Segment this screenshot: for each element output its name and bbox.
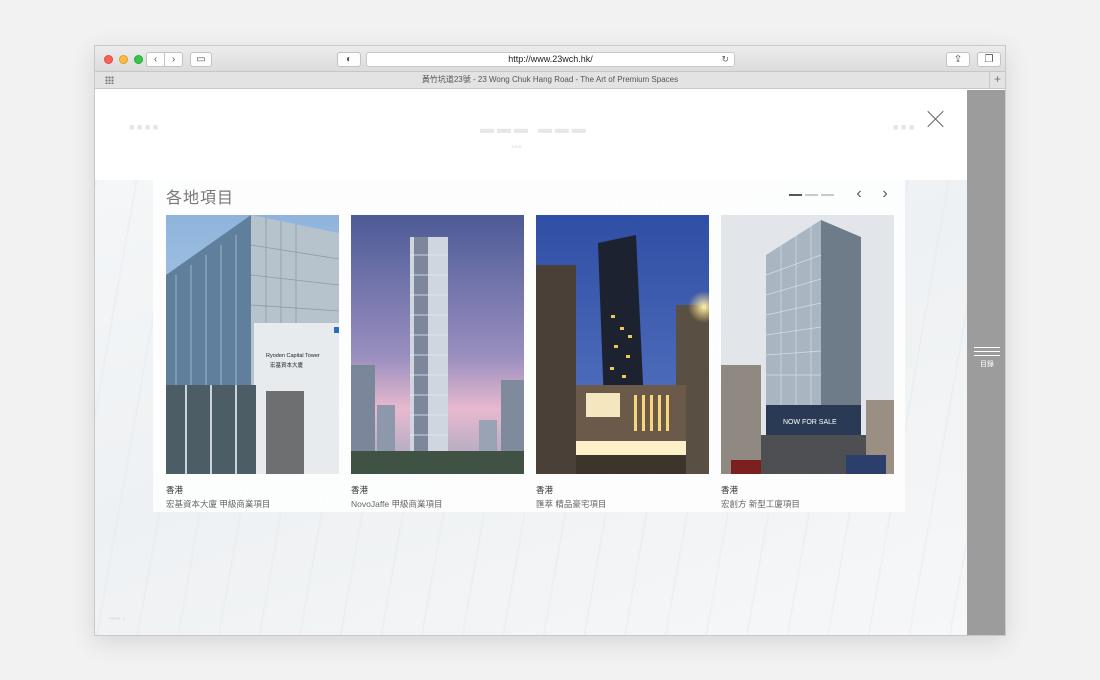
faded-logo: ▬▬▬ ▬▬▬ [480,120,589,136]
carousel-next-icon[interactable]: › [878,186,892,202]
building-photo-2 [351,215,524,474]
menu-label: 目錄 [980,361,994,368]
project-card[interactable]: 香港 NovoJaffe 甲級商業項目 [351,215,524,510]
building-photo-1: Ryoden Capital Tower 宏基資本大廈 [166,215,339,474]
project-name: 匯萃 精品豪宅項目 [536,499,607,509]
project-city: 香港 [536,485,554,495]
sale-banner-text: NOW FOR SALE [783,419,837,426]
project-photo[interactable]: Ryoden Capital Tower 宏基資本大廈 [166,215,339,474]
sidebar-toggle-icon[interactable]: ▭ [190,52,212,67]
tab-title[interactable]: 黃竹坑道23號 - 23 Wong Chuk Hang Road - The A… [422,75,678,84]
browser-toolbar: ‹ › ▭ ◐ http://www.23wch.hk/ ↻ ⇪ ❐ [95,46,1005,72]
pager-dot[interactable] [789,194,802,196]
menu-button[interactable]: 目錄 [974,347,1000,369]
faded-nav-right: ■ ■ ■ [893,122,915,132]
tab-overview-icon[interactable]: ❐ [977,52,1001,67]
faded-logo-sub: ▪▪▪ [511,142,522,153]
minimize-window-button[interactable] [119,55,128,64]
hamburger-icon [974,347,1000,356]
close-icon[interactable] [927,110,945,128]
forward-button[interactable]: › [165,53,182,66]
zoom-window-button[interactable] [134,55,143,64]
building-photo-3 [536,215,709,474]
carousel-prev-icon[interactable]: ‹ [852,186,866,202]
project-name: 宏基資本大廈 甲級商業項目 [166,499,271,509]
project-photo[interactable]: NOW FOR SALE [721,215,894,474]
project-card[interactable]: 香港 匯萃 精品豪宅項目 [536,215,709,510]
tab-bar: 黃竹坑道23號 - 23 Wong Chuk Hang Road - The A… [95,72,1005,89]
browser-window: ‹ › ▭ ◐ http://www.23wch.hk/ ↻ ⇪ ❐ 黃竹坑道2… [94,45,1006,636]
tower-sign-en: Ryoden Capital Tower [266,353,320,359]
tower-sign-zh: 宏基資本大廈 [270,361,304,369]
project-name: 宏創方 新型工廈項目 [721,499,800,509]
close-window-button[interactable] [104,55,113,64]
new-tab-icon[interactable]: + [989,72,1005,88]
page-content: ■ ■ ■ ■ ▬▬▬ ▬▬▬ ▪▪▪ ■ ■ ■ ▪▪▪▪ › 各地項目 ‹ … [95,90,1005,635]
pager-dot[interactable] [805,194,818,196]
share-icon[interactable]: ⇪ [946,52,970,67]
project-card[interactable]: NOW FOR SALE 香港 宏創方 新型工廈項目 [721,215,894,510]
project-city: 香港 [351,485,369,495]
url-text: http://www.23wch.hk/ [508,54,593,64]
right-rail: 目錄 [967,90,1005,635]
project-city: 香港 [166,485,184,495]
history-nav: ‹ › [146,52,183,67]
back-button[interactable]: ‹ [147,53,165,66]
pager-dot[interactable] [821,194,834,196]
privacy-shield-icon[interactable]: ◐ [337,52,361,67]
project-card[interactable]: Ryoden Capital Tower 宏基資本大廈 香港 宏基資本大廈 甲級… [166,215,339,510]
window-controls [104,55,143,64]
favorites-grid-icon[interactable] [105,76,114,84]
carousel-pager [789,194,834,196]
project-city: 香港 [721,485,739,495]
faded-footer: ▪▪▪▪ › [109,614,126,623]
project-photo[interactable] [351,215,524,474]
faded-nav-left: ■ ■ ■ ■ [129,122,159,132]
address-bar[interactable]: http://www.23wch.hk/ ↻ [366,52,735,67]
reload-icon[interactable]: ↻ [721,53,729,66]
building-photo-4: NOW FOR SALE [721,215,894,474]
project-name: NovoJaffe 甲級商業項目 [351,499,443,509]
section-title: 各地項目 [166,190,235,207]
project-photo[interactable] [536,215,709,474]
